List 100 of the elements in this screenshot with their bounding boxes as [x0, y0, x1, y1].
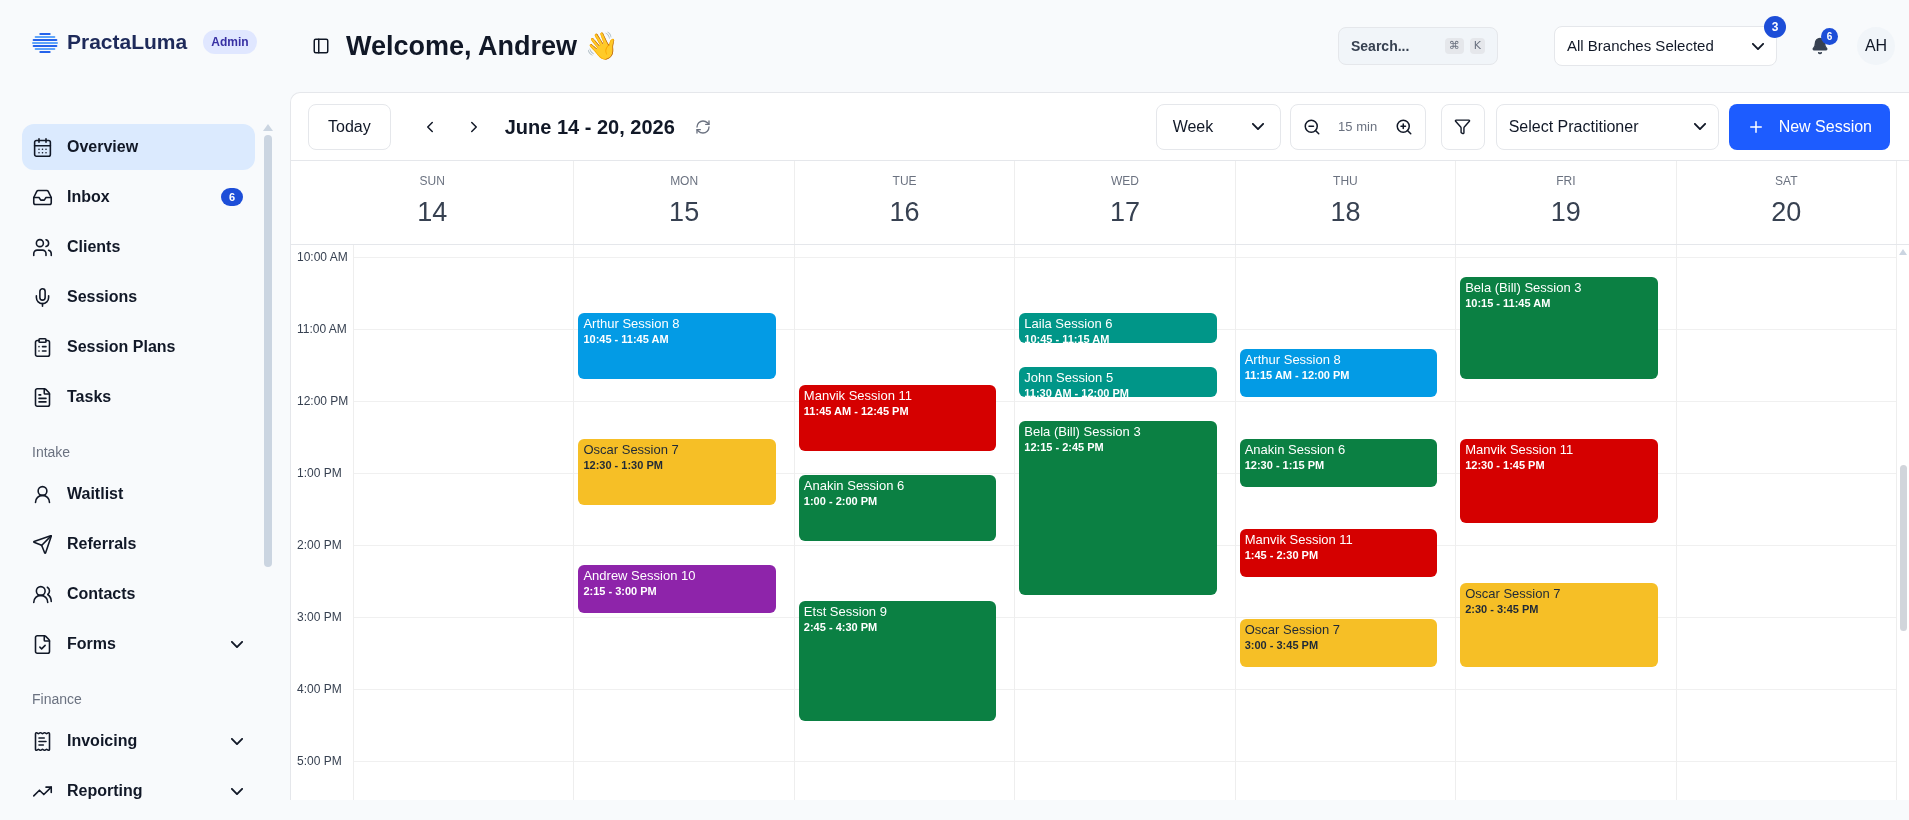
weekday-label: TUE — [892, 173, 917, 191]
nav-item[interactable]: Inbox 6 — [22, 174, 255, 220]
scrollbar-thumb[interactable] — [264, 135, 272, 567]
session-event[interactable]: Laila Session 6 10:45 - 11:15 AM — [1019, 313, 1217, 343]
role-badge: Admin — [203, 30, 257, 54]
interval-value: 15 min — [1338, 117, 1378, 136]
practitioner-select[interactable]: Select Practitioner — [1495, 103, 1719, 150]
day-number: 18 — [1330, 196, 1361, 230]
chevron-icon[interactable] — [231, 640, 243, 648]
brand-name: PractaLuma — [67, 29, 188, 56]
nav-label: Tasks — [67, 387, 113, 407]
chevron-icon[interactable] — [231, 787, 243, 795]
session-event[interactable]: John Session 5 11:30 AM - 12:00 PM — [1019, 367, 1217, 397]
nav-item[interactable]: Tasks — [22, 374, 255, 420]
event-time: 12:30 - 1:15 PM — [1244, 458, 1326, 472]
form-check-icon — [32, 633, 53, 655]
receipt-icon — [32, 730, 53, 752]
event-title: Anakin Session 6 — [1244, 442, 1347, 458]
event-time: 10:15 - 11:45 AM — [1465, 296, 1552, 310]
session-event[interactable]: Oscar Session 7 12:30 - 1:30 PM — [578, 439, 776, 505]
weekday-label: FRI — [1556, 173, 1576, 191]
weekday-label: WED — [1111, 173, 1139, 191]
weekday-label: SAT — [1775, 173, 1798, 191]
nav-label: Invoicing — [67, 731, 139, 751]
day-number: 19 — [1550, 196, 1581, 230]
nav-item[interactable]: Session Plans — [22, 324, 255, 370]
nav-label: Referrals — [67, 534, 138, 554]
today-button[interactable]: Today — [308, 103, 391, 150]
nav-item[interactable]: Invoicing — [22, 718, 255, 764]
event-time: 12:15 - 2:45 PM — [1024, 440, 1105, 454]
session-event[interactable]: Oscar Session 7 2:30 - 3:45 PM — [1460, 583, 1658, 667]
session-event[interactable]: Anakin Session 6 1:00 - 2:00 PM — [798, 475, 997, 541]
filter-icon — [1454, 118, 1472, 135]
event-time: 2:30 - 3:45 PM — [1465, 602, 1540, 616]
event-time: 11:30 AM - 12:00 PM — [1024, 386, 1131, 397]
nav-item[interactable]: Reporting — [22, 768, 255, 814]
nav-label: Overview — [67, 137, 140, 157]
chevron-icon — [1693, 123, 1706, 130]
session-event[interactable]: Manvik Session 11 1:45 - 2:30 PM — [1239, 529, 1438, 577]
person-icon — [32, 483, 53, 505]
event-time: 2:15 - 3:00 PM — [583, 584, 658, 598]
nav-item[interactable]: Clients — [22, 224, 255, 270]
event-title: Arthur Session 8 — [1244, 352, 1342, 368]
shortcut-key: ⌘ — [1444, 37, 1464, 55]
zoom-out-icon[interactable] — [1302, 117, 1321, 136]
scrollbar-thumb[interactable] — [1899, 465, 1907, 631]
session-event[interactable]: Manvik Session 11 11:45 AM - 12:45 PM — [798, 385, 997, 451]
nav-item[interactable]: Referrals — [22, 521, 255, 567]
calendar-icon — [32, 136, 53, 158]
weekday-label: MON — [670, 173, 699, 191]
count-badge: 3 — [1764, 16, 1786, 38]
event-time: 2:45 - 4:30 PM — [803, 620, 879, 634]
event-title: Arthur Session 8 — [583, 316, 681, 332]
count-badge: 6 — [221, 188, 243, 206]
bell-icon[interactable] — [1811, 37, 1829, 55]
user-avatar[interactable]: AH — [1857, 27, 1895, 65]
sidebar-toggle-icon[interactable] — [312, 37, 330, 55]
document-icon — [32, 386, 53, 408]
weekday-label: SUN — [419, 173, 445, 191]
day-number: 20 — [1771, 196, 1802, 230]
event-title: Manvik Session 11 — [1244, 532, 1354, 548]
nav-item[interactable]: Overview — [22, 124, 255, 170]
session-event[interactable]: Bela (Bill) Session 3 12:15 - 2:45 PM — [1019, 421, 1217, 595]
paper-plane-icon — [32, 533, 53, 555]
session-event[interactable]: Andrew Session 10 2:15 - 3:00 PM — [578, 565, 776, 613]
event-title: Etst Session 9 — [803, 604, 888, 620]
nav-item[interactable]: Contacts — [22, 571, 255, 617]
session-event[interactable]: Manvik Session 11 12:30 - 1:45 PM — [1460, 439, 1658, 523]
nav-label: Reporting — [67, 781, 144, 801]
section-label: Intake — [31, 443, 72, 462]
refresh-icon[interactable] — [694, 118, 711, 135]
event-time: 11:45 AM - 12:45 PM — [803, 404, 910, 418]
people-icon — [32, 236, 53, 258]
search-field[interactable]: Search... ⌘ K — [1338, 27, 1498, 65]
event-title: Oscar Session 7 — [583, 442, 680, 458]
practitioner-placeholder: Select Practitioner — [1508, 116, 1640, 137]
view-select[interactable]: Week — [1155, 103, 1281, 150]
section-label: Finance — [31, 690, 83, 709]
nav-label: Sessions — [67, 287, 139, 307]
session-event[interactable]: Anakin Session 6 12:30 - 1:15 PM — [1239, 439, 1438, 487]
nav-item[interactable]: Forms — [22, 621, 255, 667]
date-range: June 14 - 20, 2026 — [504, 114, 675, 140]
nav-item[interactable]: Waitlist — [22, 471, 255, 517]
event-time: 1:45 - 2:30 PM — [1244, 548, 1320, 562]
weekday-label: THU — [1333, 173, 1358, 191]
filter-button[interactable] — [1440, 103, 1485, 150]
day-number: 15 — [669, 196, 700, 230]
session-event[interactable]: Etst Session 9 2:45 - 4:30 PM — [798, 601, 997, 721]
event-title: Bela (Bill) Session 3 — [1024, 424, 1142, 440]
nav-item[interactable]: Sessions — [22, 274, 255, 320]
event-time: 12:30 - 1:30 PM — [583, 458, 664, 472]
new-session-button[interactable]: New Session — [1728, 103, 1890, 150]
event-title: Oscar Session 7 — [1244, 622, 1342, 638]
chevron-icon[interactable] — [231, 737, 243, 745]
day-number: 14 — [417, 196, 448, 230]
session-event[interactable]: Bela (Bill) Session 3 10:15 - 11:45 AM — [1460, 277, 1658, 379]
event-title: Laila Session 6 — [1024, 316, 1114, 332]
event-title: Oscar Session 7 — [1465, 586, 1562, 602]
zoom-in-icon[interactable] — [1394, 117, 1413, 136]
session-event[interactable]: Oscar Session 7 3:00 - 3:45 PM — [1239, 619, 1438, 667]
